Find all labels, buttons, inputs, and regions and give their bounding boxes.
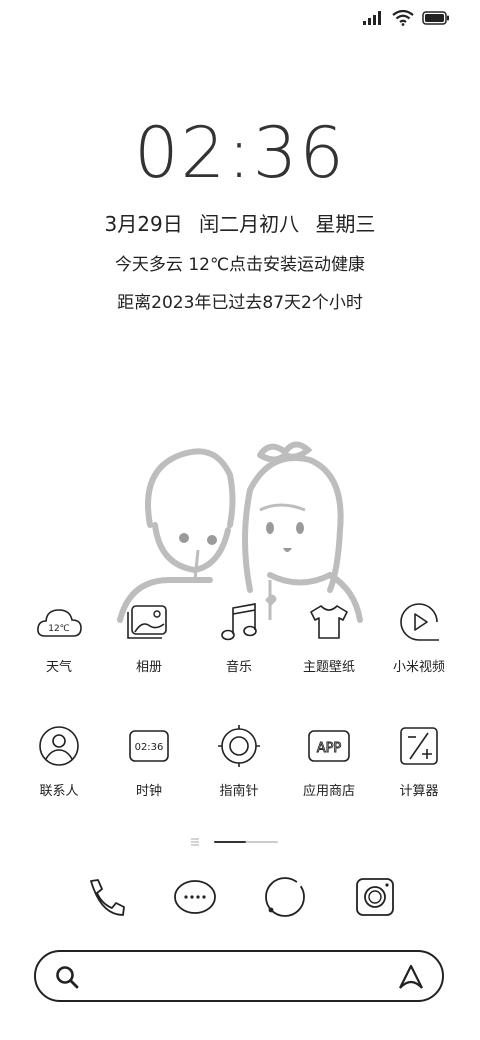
weather-icon-temp: 12℃ bbox=[48, 624, 70, 634]
battery-icon bbox=[422, 11, 449, 25]
app-theme[interactable]: 主题壁纸 bbox=[283, 598, 375, 675]
dock-messages[interactable] bbox=[170, 872, 220, 922]
home-menu-icon[interactable] bbox=[190, 838, 200, 846]
app-store[interactable]: APP 应用商店 bbox=[283, 722, 375, 799]
app-label: 时钟 bbox=[135, 784, 162, 799]
browser-icon bbox=[265, 877, 305, 917]
date-text: 3月29日 闰二月初八 星期三 bbox=[104, 212, 376, 236]
app-label: 应用商店 bbox=[302, 784, 355, 799]
app-label: 联系人 bbox=[39, 784, 79, 799]
contacts-icon bbox=[35, 722, 83, 770]
wifi-icon bbox=[392, 10, 414, 26]
app-video[interactable]: 小米视频 bbox=[373, 598, 465, 675]
compass-icon bbox=[215, 722, 263, 770]
video-icon bbox=[395, 598, 443, 646]
weather-text[interactable]: 今天多云 12℃点击安装运动健康 bbox=[0, 250, 480, 275]
app-label: 小米视频 bbox=[392, 660, 445, 675]
dock-phone[interactable] bbox=[80, 872, 130, 922]
app-weather[interactable]: 12℃ 天气 bbox=[13, 598, 105, 675]
app-compass[interactable]: 指南针 bbox=[193, 722, 285, 799]
status-bar bbox=[362, 10, 450, 26]
app-label: 相册 bbox=[135, 660, 162, 675]
page-indicator[interactable] bbox=[190, 838, 278, 846]
app-gallery[interactable]: 相册 bbox=[103, 598, 195, 675]
theme-icon bbox=[305, 598, 353, 646]
app-contacts[interactable]: 联系人 bbox=[13, 722, 105, 799]
search-bar[interactable] bbox=[34, 950, 444, 1002]
search-icon[interactable] bbox=[54, 964, 80, 990]
app-calculator[interactable]: 计算器 bbox=[373, 722, 465, 799]
dock-camera[interactable] bbox=[350, 872, 400, 922]
calculator-icon bbox=[395, 722, 443, 770]
app-label: 天气 bbox=[45, 660, 72, 675]
app-label: 计算器 bbox=[399, 784, 439, 799]
app-store-icon-text: APP bbox=[317, 741, 342, 756]
app-clock[interactable]: 02:36 时钟 bbox=[103, 722, 195, 799]
search-input[interactable] bbox=[94, 964, 382, 988]
app-store-icon: APP bbox=[305, 722, 353, 770]
page-dash-inactive bbox=[246, 841, 278, 843]
page-dash-active bbox=[214, 841, 246, 843]
phone-icon bbox=[90, 879, 125, 916]
clock-time[interactable]: 02:36 bbox=[0, 118, 480, 188]
app-music[interactable]: 音乐 bbox=[193, 598, 285, 675]
clock-icon: 02:36 bbox=[125, 722, 173, 770]
camera-icon bbox=[356, 878, 394, 916]
signal-icon bbox=[363, 11, 381, 25]
gallery-icon bbox=[125, 598, 173, 646]
clock-icon-time: 02:36 bbox=[135, 742, 164, 753]
app-label: 指南针 bbox=[219, 784, 259, 799]
year-countdown-text: 距离2023年已过去87天2个小时 bbox=[117, 293, 363, 313]
page-dashes bbox=[214, 841, 278, 843]
assistant-icon[interactable] bbox=[396, 962, 426, 992]
music-icon bbox=[215, 598, 263, 646]
app-label: 音乐 bbox=[225, 660, 252, 675]
messages-icon bbox=[174, 880, 216, 914]
app-label: 主题壁纸 bbox=[302, 660, 355, 675]
weather-icon: 12℃ bbox=[35, 598, 83, 646]
dock-browser[interactable] bbox=[260, 872, 310, 922]
